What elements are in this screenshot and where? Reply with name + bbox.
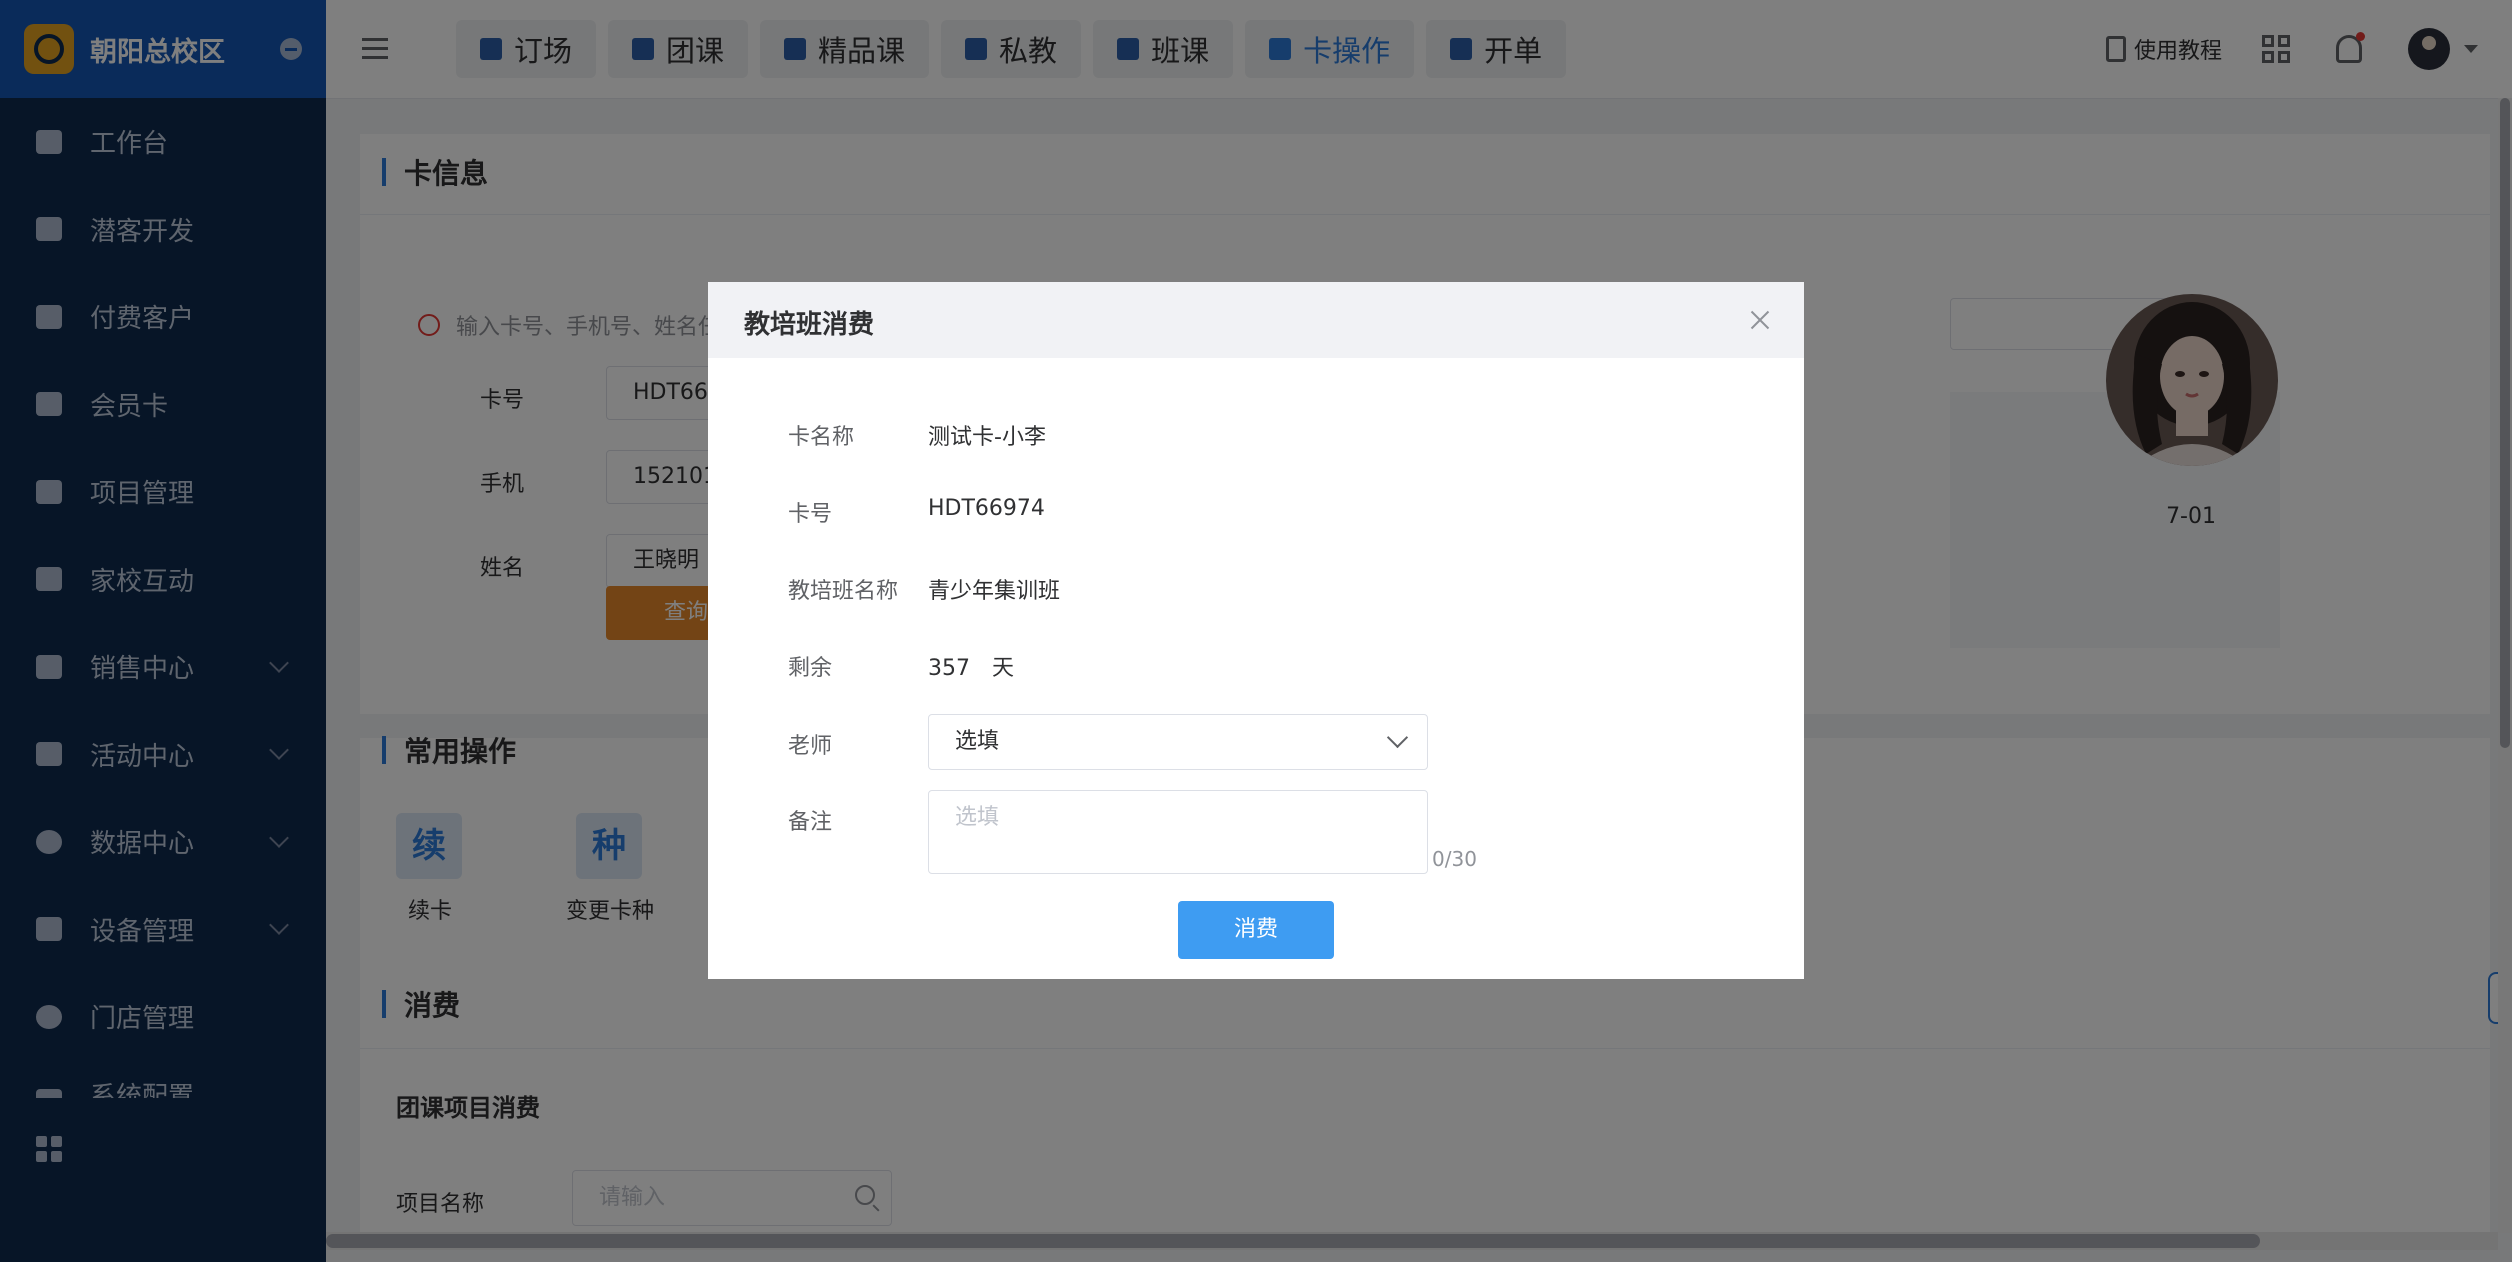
class-name-label: 教培班名称 [788, 579, 899, 604]
class-name-value: 青少年集训班 [928, 579, 1061, 604]
card-no-value: HDT66974 [928, 496, 1045, 521]
remaining-value: 357 天 [928, 650, 1014, 682]
remark-char-count: 0/30 [1432, 847, 1477, 871]
dialog-title: 教培班消费 [744, 310, 875, 340]
dialog-header: 教培班消费 [708, 282, 1804, 358]
teacher-select[interactable]: 选填 [928, 714, 1428, 770]
teacher-label: 老师 [788, 734, 833, 759]
close-icon[interactable] [1750, 310, 1770, 330]
card-no-label: 卡号 [788, 502, 833, 527]
remark-placeholder: 选填 [955, 805, 1000, 830]
remaining-days: 357 [928, 656, 970, 681]
card-name-label: 卡名称 [788, 425, 855, 450]
consume-button[interactable]: 消费 [1178, 901, 1334, 959]
class-consume-dialog: 教培班消费 卡名称 测试卡-小李 卡号 HDT66974 教培班名称 青少年集训… [708, 282, 1804, 979]
chevron-down-icon [1386, 726, 1409, 749]
remaining-label: 剩余 [788, 656, 833, 681]
teacher-select-value: 选填 [955, 729, 1000, 754]
remark-label: 备注 [788, 810, 833, 835]
remark-textarea[interactable]: 选填 [928, 790, 1428, 874]
remaining-unit: 天 [992, 656, 1015, 681]
card-name-value: 测试卡-小李 [928, 425, 1046, 450]
